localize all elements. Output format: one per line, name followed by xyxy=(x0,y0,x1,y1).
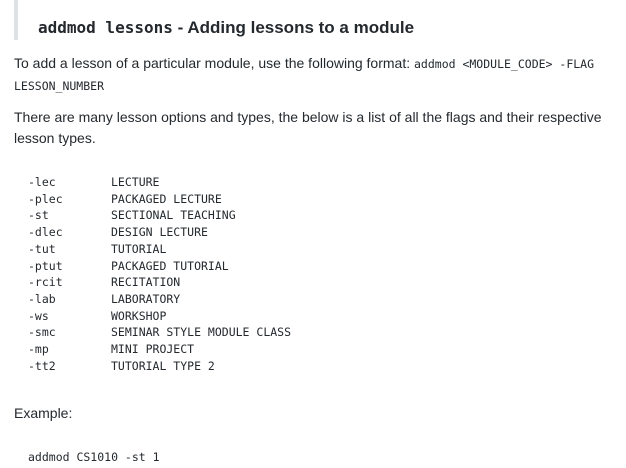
flag-code: -tt2 xyxy=(28,358,56,373)
lesson-type: DESIGN LECTURE xyxy=(111,225,208,240)
example-label: Example: xyxy=(14,405,73,421)
flag-row: -lab LABORATORY xyxy=(28,291,291,308)
lesson-type: LABORATORY xyxy=(111,291,181,306)
flag-code: -ws xyxy=(28,308,49,323)
flag-row: -tut TUTORIAL xyxy=(28,241,291,258)
heading-command: addmod lessons xyxy=(38,18,173,37)
lesson-type: SECTIONAL TEACHING xyxy=(111,208,236,223)
flag-row: -dlec DESIGN LECTURE xyxy=(28,224,291,241)
flag-code: -lab xyxy=(28,291,56,306)
flag-row: -st SECTIONAL TEACHING xyxy=(28,207,291,224)
flag-row: -tt2 TUTORIAL TYPE 2 xyxy=(28,358,291,375)
lesson-type: LECTURE xyxy=(111,175,160,189)
lesson-type: SEMINAR STYLE MODULE CLASS xyxy=(111,325,292,340)
lesson-type: TUTORIAL xyxy=(111,241,167,256)
flag-row: -ptut PACKAGED TUTORIAL xyxy=(28,258,291,275)
flag-code: -lec xyxy=(28,175,56,189)
flag-row: -ws WORKSHOP xyxy=(28,308,291,325)
flag-code: -rcit xyxy=(28,275,63,290)
heading-accent-bar xyxy=(14,0,18,40)
flag-row: -plec PACKAGED LECTURE xyxy=(28,191,291,208)
heading-title: - Adding lessons to a module xyxy=(172,18,415,37)
lesson-type: MINI PROJECT xyxy=(111,342,195,357)
flag-row: -rcit RECITATION xyxy=(28,274,291,291)
flag-code: -tut xyxy=(28,241,56,256)
section-heading: addmod lessons - Adding lessons to a mod… xyxy=(38,17,414,39)
flag-code: -ptut xyxy=(28,258,63,273)
lesson-type: WORKSHOP xyxy=(111,308,167,323)
options-paragraph: There are many lesson options and types,… xyxy=(14,109,602,146)
intro-text: To add a lesson of a particular module, … xyxy=(14,55,414,71)
flag-code: -smc xyxy=(28,325,56,340)
flag-code: -dlec xyxy=(28,225,63,240)
intro-paragraph: To add a lesson of a particular module, … xyxy=(14,53,614,97)
flag-code: -mp xyxy=(28,342,49,357)
flag-code: -plec xyxy=(28,191,63,206)
flag-row: -lec LECTURE xyxy=(28,174,291,191)
example-code: addmod CS1010 -st 1 xyxy=(28,450,160,464)
lesson-type: PACKAGED TUTORIAL xyxy=(111,258,229,273)
flag-list: -lec LECTURE -plec PACKAGED LECTURE -st … xyxy=(28,174,291,374)
flag-row: -mp MINI PROJECT xyxy=(28,341,291,358)
flag-row: -smc SEMINAR STYLE MODULE CLASS xyxy=(28,324,291,341)
lesson-type: TUTORIAL TYPE 2 xyxy=(111,358,215,373)
lesson-type: PACKAGED LECTURE xyxy=(111,191,222,206)
lesson-type: RECITATION xyxy=(111,275,181,290)
flag-code: -st xyxy=(28,208,49,223)
